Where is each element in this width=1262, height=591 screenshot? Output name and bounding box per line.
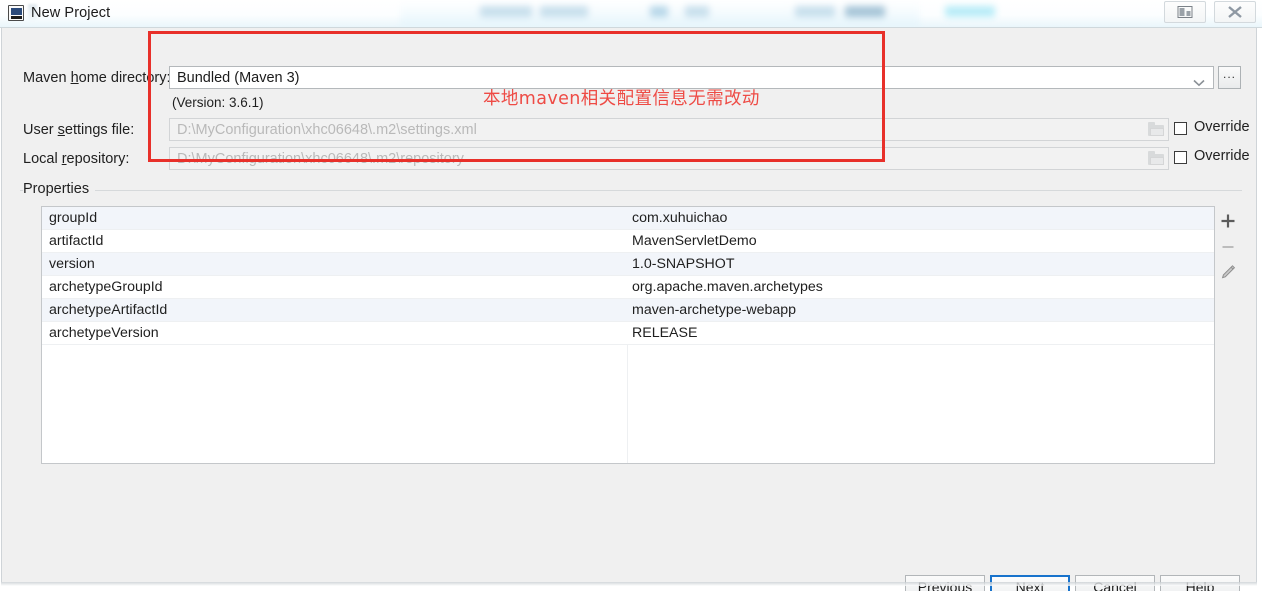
maven-home-directory-label: Maven home directory: (23, 70, 171, 86)
table-row[interactable]: archetypeGroupId org.apache.maven.archet… (42, 276, 1214, 299)
table-row[interactable]: version 1.0-SNAPSHOT (42, 253, 1214, 276)
maven-home-directory-value: Bundled (Maven 3) (177, 70, 300, 86)
user-settings-file-input[interactable]: D:\MyConfiguration\xhc06648\.m2\settings… (169, 118, 1169, 141)
local-repository-input[interactable]: D:\MyConfiguration\xhc06648\.m2\reposito… (169, 147, 1169, 170)
property-key: groupId (49, 210, 98, 226)
local-repository-override-label: Override (1194, 148, 1250, 164)
chevron-down-icon[interactable] (1193, 74, 1205, 87)
annotation-text: 本地maven相关配置信息无需改动 (483, 89, 760, 109)
table-row[interactable]: archetypeArtifactId maven-archetype-weba… (42, 299, 1214, 322)
property-value: MavenServletDemo (632, 233, 757, 249)
property-key: archetypeVersion (49, 325, 159, 341)
dialog-body: Maven home directory: Bundled (Maven 3) … (1, 28, 1257, 591)
pencil-icon[interactable] (1218, 262, 1238, 282)
table-row[interactable]: artifactId MavenServletDemo (42, 230, 1214, 253)
new-project-dialog: New Project Maven home directory: Bundle… (0, 0, 1262, 591)
local-repository-label: Local repository: (23, 151, 130, 167)
properties-group-label: Properties (23, 181, 96, 197)
window-title: New Project (31, 5, 111, 21)
property-key: archetypeGroupId (49, 279, 163, 295)
close-icon[interactable] (1214, 1, 1256, 23)
restore-window-icon[interactable] (1164, 1, 1206, 23)
dialog-drop-shadow (1, 582, 1257, 586)
property-value: 1.0-SNAPSHOT (632, 256, 735, 272)
plus-icon[interactable] (1218, 211, 1238, 231)
maven-home-browse-button[interactable]: ... (1218, 66, 1241, 89)
properties-table[interactable]: groupId com.xuhuichao artifactId MavenSe… (41, 206, 1215, 464)
table-row[interactable]: groupId com.xuhuichao (42, 207, 1214, 230)
local-repository-value: D:\MyConfiguration\xhc06648\.m2\reposito… (177, 151, 464, 167)
property-value: com.xuhuichao (632, 210, 728, 226)
property-key: version (49, 256, 95, 272)
title-bar: New Project (0, 0, 1262, 28)
user-settings-file-value: D:\MyConfiguration\xhc06648\.m2\settings… (177, 122, 477, 138)
folder-icon[interactable] (1148, 151, 1165, 166)
checkbox-box[interactable] (1174, 151, 1187, 164)
intellij-idea-icon (8, 5, 24, 21)
properties-separator (20, 190, 1242, 191)
property-value: maven-archetype-webapp (632, 302, 797, 318)
maven-version-note: (Version: 3.6.1) (172, 95, 264, 110)
property-key: archetypeArtifactId (49, 302, 168, 318)
checkbox-box[interactable] (1174, 122, 1187, 135)
blurred-region (400, 0, 995, 27)
property-key: artifactId (49, 233, 104, 249)
table-empty-area (42, 345, 1214, 463)
user-settings-override-label: Override (1194, 119, 1250, 135)
user-settings-file-label: User settings file: (23, 122, 135, 138)
property-value: RELEASE (632, 325, 698, 341)
property-value: org.apache.maven.archetypes (632, 279, 823, 295)
table-row[interactable]: archetypeVersion RELEASE (42, 322, 1214, 345)
folder-icon[interactable] (1148, 122, 1165, 137)
minus-icon[interactable] (1218, 237, 1238, 257)
